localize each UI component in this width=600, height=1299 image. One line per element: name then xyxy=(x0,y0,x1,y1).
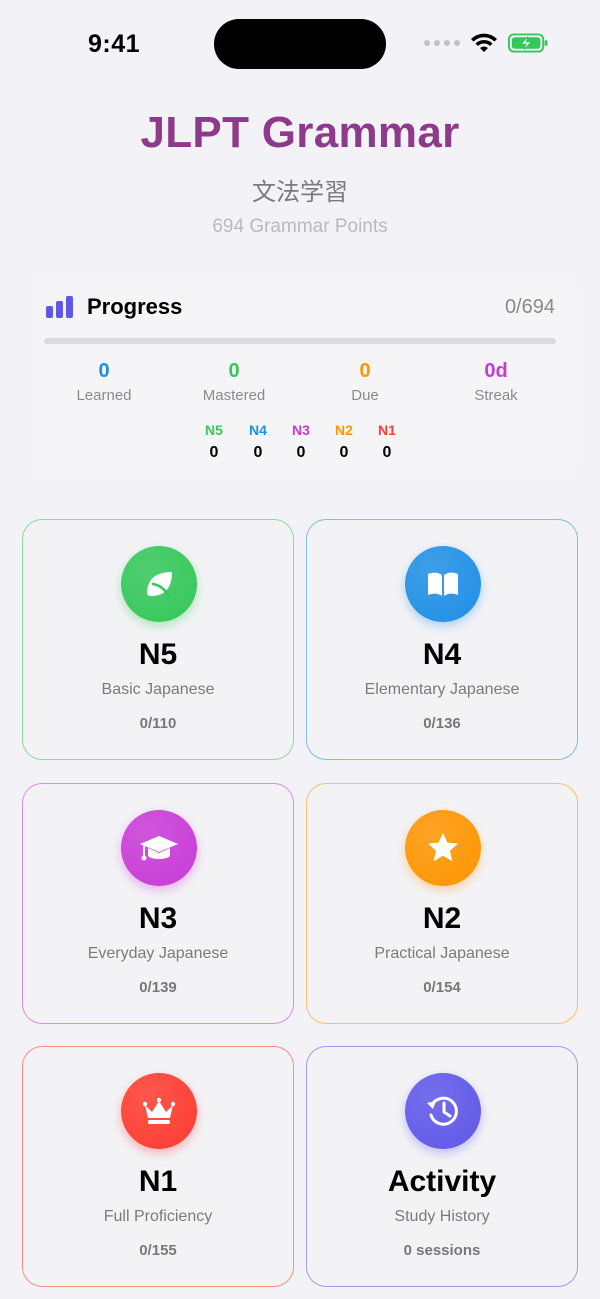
level-count-n1: N1 0 xyxy=(367,422,407,462)
card-title: N3 xyxy=(138,902,178,935)
level-card-n2[interactable]: N2 Practical Japanese 0/154 xyxy=(306,783,578,1024)
stat-label: Streak xyxy=(474,387,518,404)
star-icon xyxy=(405,810,481,886)
status-icons xyxy=(424,32,548,54)
stat-label: Learned xyxy=(76,387,132,404)
leaf-icon xyxy=(121,546,197,622)
level-value: 0 xyxy=(339,444,349,461)
stat-label: Mastered xyxy=(202,387,266,404)
card-progress: 0/155 xyxy=(139,1242,177,1259)
battery-charging-icon xyxy=(508,33,548,53)
level-count-n2: N2 0 xyxy=(324,422,364,462)
stat-value: 0 xyxy=(359,360,371,382)
card-subtitle: Study History xyxy=(394,1208,490,1225)
level-name: N2 xyxy=(335,422,353,438)
stat-streak: 0d Streak xyxy=(436,360,556,404)
wifi-icon xyxy=(471,33,497,52)
level-name: N1 xyxy=(378,422,396,438)
level-card-n1[interactable]: N1 Full Proficiency 0/155 xyxy=(22,1046,294,1287)
level-value: 0 xyxy=(209,444,219,461)
graduation-cap-icon xyxy=(121,810,197,886)
card-title: N2 xyxy=(422,902,462,935)
card-title: Activity xyxy=(387,1165,497,1198)
card-progress: 0/136 xyxy=(423,715,461,732)
card-progress: 0 sessions xyxy=(403,1242,481,1259)
card-subtitle: Full Proficiency xyxy=(103,1208,213,1225)
card-title: N5 xyxy=(138,638,178,671)
progress-card: Progress 0/694 0 Learned 0 Mastered 0 Du… xyxy=(32,272,577,480)
stat-value: 0d xyxy=(484,360,508,382)
level-count-n5: N5 0 xyxy=(194,422,234,462)
card-subtitle: Practical Japanese xyxy=(374,945,510,962)
grammar-point-count: 694 Grammar Points xyxy=(212,216,388,237)
status-time: 9:41 xyxy=(88,30,141,58)
level-card-n3[interactable]: N3 Everyday Japanese 0/139 xyxy=(22,783,294,1024)
level-name: N5 xyxy=(205,422,223,438)
card-subtitle: Elementary Japanese xyxy=(364,681,520,698)
progress-header: Progress xyxy=(46,294,182,320)
card-progress: 0/139 xyxy=(139,979,177,996)
card-subtitle: Basic Japanese xyxy=(101,681,215,698)
card-title: N4 xyxy=(422,638,462,671)
level-value: 0 xyxy=(253,444,263,461)
crown-icon xyxy=(121,1073,197,1149)
app-title: JLPT Grammar xyxy=(140,108,460,157)
level-value: 0 xyxy=(296,444,306,461)
card-title: N1 xyxy=(138,1165,178,1198)
history-clock-icon xyxy=(405,1073,481,1149)
stat-label: Due xyxy=(351,387,379,404)
progress-title: Progress xyxy=(87,294,183,319)
level-name: N3 xyxy=(292,422,310,438)
chart-bars-icon xyxy=(46,296,73,318)
card-progress: 0/154 xyxy=(423,979,461,996)
progress-ratio: 0/694 xyxy=(504,296,555,318)
level-count-n3: N3 0 xyxy=(281,422,321,462)
level-name: N4 xyxy=(249,422,267,438)
level-value: 0 xyxy=(382,444,392,461)
stat-value: 0 xyxy=(228,360,240,382)
card-progress: 0/110 xyxy=(139,715,177,732)
card-subtitle: Everyday Japanese xyxy=(87,945,229,962)
stat-value: 0 xyxy=(98,360,110,382)
status-bar: 9:41 xyxy=(0,0,600,90)
book-icon xyxy=(405,546,481,622)
stat-due: 0 Due xyxy=(305,360,425,404)
activity-card[interactable]: Activity Study History 0 sessions xyxy=(306,1046,578,1287)
dynamic-island xyxy=(214,19,386,69)
progress-bar xyxy=(44,338,556,344)
stat-learned: 0 Learned xyxy=(44,360,164,404)
level-count-n4: N4 0 xyxy=(238,422,278,462)
level-card-n5[interactable]: N5 Basic Japanese 0/110 xyxy=(22,519,294,760)
cellular-signal-icon xyxy=(424,40,460,46)
level-card-n4[interactable]: N4 Elementary Japanese 0/136 xyxy=(306,519,578,760)
app-subtitle: 文法学習 xyxy=(252,178,348,206)
stat-mastered: 0 Mastered xyxy=(174,360,294,404)
